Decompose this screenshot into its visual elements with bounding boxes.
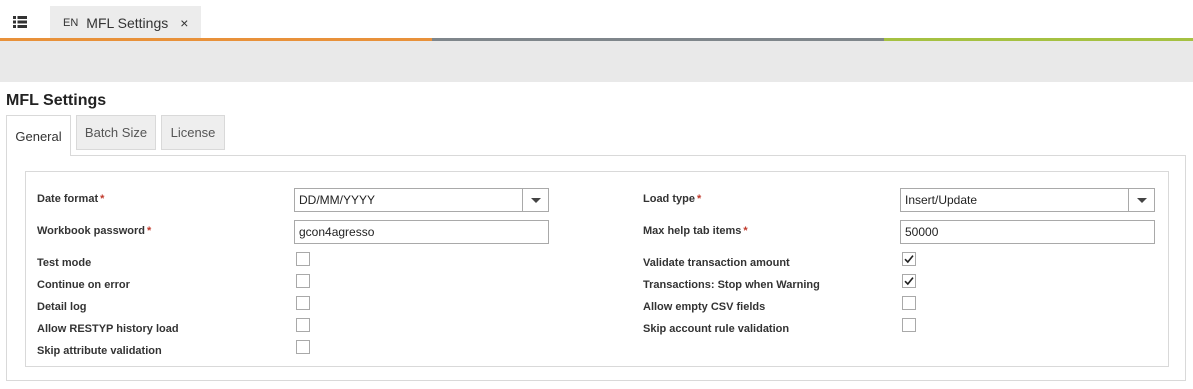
top-tab-bar: EN MFL Settings × — [0, 0, 1193, 41]
label-text: Workbook password — [37, 225, 145, 237]
label-text: Load type — [643, 193, 695, 205]
label-text: Max help tab items — [643, 225, 742, 237]
required-mark: * — [146, 225, 152, 237]
tab-label: Batch Size — [84, 125, 148, 140]
skip-attribute-checkbox[interactable] — [296, 340, 310, 354]
tab-label: General — [15, 128, 62, 144]
tab-license[interactable]: License — [161, 115, 225, 150]
toolbar-band — [0, 41, 1193, 82]
skip-attribute-label: Skip attribute validation — [37, 345, 162, 357]
continue-on-error-label: Continue on error — [37, 279, 130, 291]
load-type-label: Load type * — [643, 193, 701, 205]
tab-label: License — [170, 125, 216, 140]
tab-batch-size[interactable]: Batch Size — [76, 115, 156, 150]
load-type-value: Insert/Update — [905, 193, 978, 207]
required-mark: * — [696, 193, 702, 205]
checkmark-icon — [904, 277, 914, 286]
document-tab-title: MFL Settings — [86, 15, 169, 31]
menu-list-icon[interactable] — [0, 6, 40, 38]
test-mode-label: Test mode — [37, 257, 92, 269]
detail-log-checkbox[interactable] — [296, 296, 310, 310]
allow-empty-csv-label: Allow empty CSV fields — [643, 301, 766, 313]
allow-empty-csv-checkbox[interactable] — [902, 296, 916, 310]
test-mode-checkbox[interactable] — [296, 252, 310, 266]
chevron-down-icon[interactable] — [1128, 189, 1154, 211]
document-tab[interactable]: EN MFL Settings × — [50, 6, 201, 40]
skip-account-rule-label: Skip account rule validation — [643, 323, 790, 335]
close-icon[interactable]: × — [180, 15, 188, 31]
language-code: EN — [63, 17, 79, 29]
date-format-label: Date format * — [37, 193, 104, 205]
date-format-value: DD/MM/YYYY — [299, 193, 376, 207]
tab-general[interactable]: General — [6, 115, 71, 156]
checkmark-icon — [904, 255, 914, 264]
validate-amount-label: Validate transaction amount — [643, 257, 790, 269]
max-help-label: Max help tab items * — [643, 225, 748, 237]
stop-warning-label: Transactions: Stop when Warning — [643, 279, 820, 291]
required-mark: * — [100, 193, 105, 205]
allow-restyp-checkbox[interactable] — [296, 318, 310, 332]
max-help-input[interactable] — [900, 220, 1155, 244]
skip-account-rule-checkbox[interactable] — [902, 318, 916, 332]
stop-warning-checkbox[interactable] — [902, 274, 916, 288]
workbook-password-input[interactable] — [294, 220, 549, 244]
workbook-password-label: Workbook password * — [37, 225, 151, 237]
label-text: Date format — [37, 193, 99, 205]
chevron-down-icon[interactable] — [522, 189, 548, 211]
validate-amount-checkbox[interactable] — [902, 252, 916, 266]
allow-restyp-label: Allow RESTYP history load — [37, 323, 179, 335]
detail-log-label: Detail log — [37, 301, 87, 313]
continue-on-error-checkbox[interactable] — [296, 274, 310, 288]
page-title: MFL Settings — [6, 92, 107, 109]
required-mark: * — [743, 225, 748, 237]
date-format-select[interactable]: DD/MM/YYYY — [294, 188, 549, 212]
load-type-select[interactable]: Insert/Update — [900, 188, 1155, 212]
